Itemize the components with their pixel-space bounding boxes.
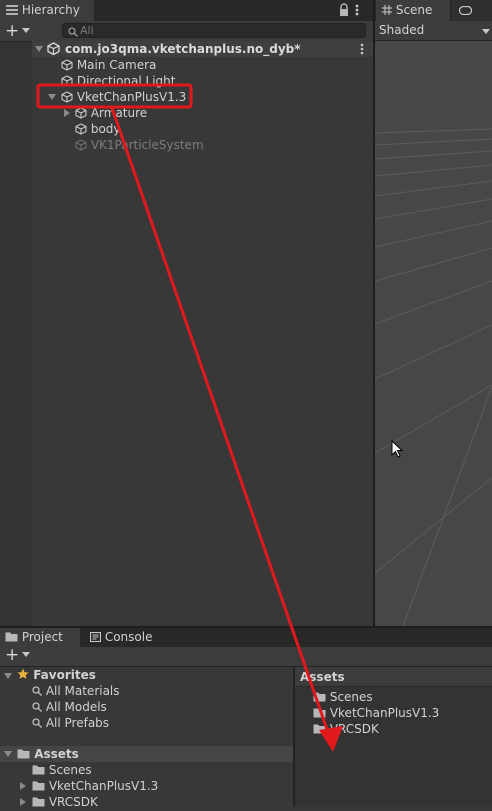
expand-arrow-icon[interactable] <box>4 751 12 757</box>
expand-arrow-icon[interactable] <box>4 673 12 679</box>
folder-icon <box>32 795 45 807</box>
hierarchy-item-label: body <box>90 122 121 136</box>
scene-grid-icon <box>382 1 392 15</box>
tree-folder-scenes[interactable]: Scenes <box>32 762 92 778</box>
favorites-header[interactable]: Favorites <box>17 667 96 683</box>
collapsed-arrow-icon[interactable] <box>20 782 26 790</box>
scene-viewport[interactable] <box>375 41 492 626</box>
breadcrumb[interactable]: Assets <box>300 669 345 685</box>
tree-folder-vrcsdk[interactable]: VRCSDK <box>32 794 98 810</box>
add-object-button[interactable]: + <box>5 21 31 41</box>
assets-label: Assets <box>34 747 79 761</box>
hierarchy-search-input[interactable]: All <box>62 23 366 38</box>
lock-icon[interactable] <box>338 3 350 17</box>
gameobject-cube-icon <box>61 91 73 103</box>
tab-console[interactable]: Console <box>82 628 162 647</box>
collapsed-arrow-icon[interactable] <box>64 109 70 117</box>
hierarchy-item-armature[interactable]: Armature <box>75 105 147 121</box>
gameobject-cube-icon <box>61 59 73 71</box>
folder-icon <box>313 690 326 702</box>
search-icon <box>32 700 42 712</box>
favorite-label: All Models <box>45 700 107 714</box>
asset-folder-vketchanplus[interactable]: VketChanPlusV1.3 <box>313 705 439 721</box>
scene-grid <box>375 128 492 626</box>
asset-folder-label: VRCSDK <box>329 722 379 736</box>
tab-scene-label: Scene <box>395 3 433 17</box>
tab-hierarchy[interactable]: Hierarchy <box>0 0 94 21</box>
favorite-all-models[interactable]: All Models <box>32 699 107 715</box>
favorite-label: All Materials <box>45 684 120 698</box>
shading-mode-label: Shaded <box>379 23 425 37</box>
hierarchy-item-directional-light[interactable]: Directional Light <box>61 73 176 89</box>
scene-more-options-icon[interactable] <box>359 42 365 56</box>
favorite-all-materials[interactable]: All Materials <box>32 683 120 699</box>
gamepad-icon <box>458 1 473 16</box>
search-icon <box>32 716 42 728</box>
scene-name: com.jo3qma.vketchanplus.no_dyb* <box>65 42 301 56</box>
hierarchy-item-label: Main Camera <box>76 58 157 72</box>
hierarchy-item-label: Directional Light <box>76 74 176 88</box>
tab-scene[interactable]: Scene <box>376 0 450 21</box>
folder-icon <box>32 763 45 775</box>
gameobject-cube-icon <box>75 123 87 135</box>
gameobject-cube-icon <box>75 107 87 119</box>
favorite-all-prefabs[interactable]: All Prefabs <box>32 715 109 731</box>
mouse-cursor-icon <box>391 439 404 458</box>
star-icon <box>17 668 29 680</box>
more-options-icon[interactable] <box>354 3 360 17</box>
folder-open-icon <box>17 747 30 759</box>
list-icon <box>6 5 18 15</box>
search-placeholder: All <box>80 24 94 37</box>
folder-icon <box>32 779 45 791</box>
search-icon <box>32 684 42 696</box>
chevron-down-icon <box>22 652 31 657</box>
folder-icon <box>313 706 326 718</box>
expand-arrow-icon[interactable] <box>48 94 56 100</box>
favorites-label: Favorites <box>33 668 96 682</box>
folder-icon <box>5 629 18 642</box>
asset-folder-label: VketChanPlusV1.3 <box>329 706 440 720</box>
tab-project-label: Project <box>21 630 63 644</box>
hierarchy-item-label: Armature <box>90 106 148 120</box>
console-icon <box>89 629 102 643</box>
search-icon <box>68 26 78 37</box>
expand-arrow-icon[interactable] <box>35 46 43 52</box>
add-label: + <box>5 645 20 665</box>
favorite-label: All Prefabs <box>45 716 110 730</box>
tab-game[interactable]: Ga <box>452 0 492 21</box>
hierarchy-item-main-camera[interactable]: Main Camera <box>61 57 156 73</box>
folder-icon <box>313 722 326 734</box>
project-content <box>295 667 492 807</box>
collapsed-arrow-icon[interactable] <box>20 798 26 806</box>
hierarchy-item-label: VK1ParticleSystem <box>90 138 204 152</box>
unity-scene-icon <box>47 42 60 56</box>
tab-hierarchy-label: Hierarchy <box>21 3 80 17</box>
shading-mode-dropdown[interactable]: Shaded <box>379 21 492 40</box>
hierarchy-item-vketchanplus[interactable]: VketChanPlusV1.3 <box>61 89 186 105</box>
gameobject-cube-icon <box>61 75 73 87</box>
hierarchy-item-label: VketChanPlusV1.3 <box>76 90 187 104</box>
hierarchy-gutter <box>0 42 32 626</box>
tree-folder-label: VketChanPlusV1.3 <box>48 779 159 793</box>
hierarchy-item-particle-system[interactable]: VK1ParticleSystem <box>75 137 204 153</box>
tree-folder-label: Scenes <box>48 763 92 777</box>
asset-folder-vrcsdk[interactable]: VRCSDK <box>313 721 379 737</box>
asset-folder-label: Scenes <box>329 690 373 704</box>
tab-console-label: Console <box>104 630 153 644</box>
project-add-button[interactable]: + <box>5 645 31 665</box>
hierarchy-item-body[interactable]: body <box>75 121 121 137</box>
tree-folder-vketchanplus[interactable]: VketChanPlusV1.3 <box>32 778 158 794</box>
chevron-down-icon <box>482 29 490 34</box>
add-label: + <box>5 21 20 41</box>
gameobject-cube-icon <box>75 139 87 151</box>
chevron-down-icon <box>22 28 31 33</box>
project-toolbar <box>0 647 492 667</box>
assets-header[interactable]: Assets <box>17 746 79 762</box>
asset-folder-scenes[interactable]: Scenes <box>313 689 373 705</box>
